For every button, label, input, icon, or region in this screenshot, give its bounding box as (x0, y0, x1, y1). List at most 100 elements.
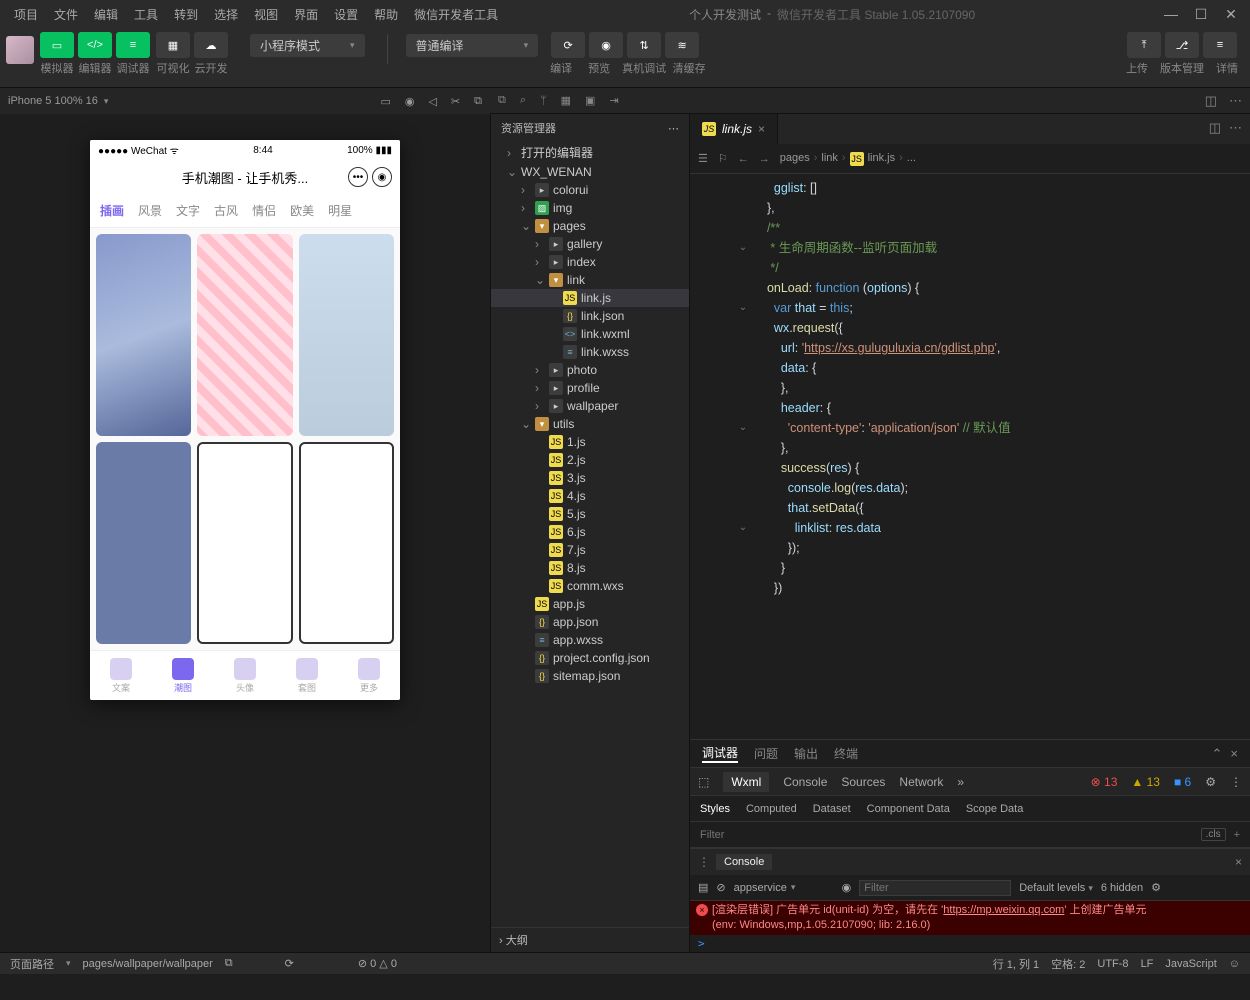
maximize-icon[interactable]: ☐ (1190, 6, 1212, 23)
menu-tools[interactable]: 工具 (128, 4, 164, 25)
tab-styles[interactable]: Styles (700, 803, 730, 815)
tree-item-1-js[interactable]: JS1.js (491, 433, 689, 451)
details-button[interactable]: ≡ (1203, 32, 1237, 58)
avatar[interactable] (6, 36, 34, 64)
tab-ancient[interactable]: 古风 (214, 202, 238, 219)
search-icon[interactable]: ⌕ (520, 94, 526, 107)
fold-gutter[interactable]: ⌄⌄⌄⌄ (734, 174, 752, 739)
tabbar-item-text[interactable]: 文案 (90, 651, 152, 700)
minimize-icon[interactable]: — (1160, 6, 1182, 23)
context-select[interactable]: appservice (734, 882, 787, 894)
menu-select[interactable]: 选择 (208, 4, 244, 25)
add-style-icon[interactable]: + (1234, 829, 1240, 841)
more-icon[interactable]: ⋯ (668, 122, 679, 135)
tab-illustration[interactable]: 插画 (100, 202, 124, 219)
tree-item-2-js[interactable]: JS2.js (491, 451, 689, 469)
tree-item-link-js[interactable]: JSlink.js (491, 289, 689, 307)
warning-badge[interactable]: ▲ 13 (1131, 775, 1160, 789)
tree-item-profile[interactable]: ›▸profile (491, 379, 689, 397)
wallpaper-thumb[interactable] (96, 234, 191, 436)
tree-item-sitemap-json[interactable]: {}sitemap.json (491, 667, 689, 685)
indent-icon[interactable]: ⇥ (609, 94, 618, 107)
tab-network[interactable]: Network (899, 775, 943, 789)
editor-tab-linkjs[interactable]: JS link.js × (690, 114, 778, 144)
feedback-icon[interactable]: ☺ (1229, 958, 1240, 970)
tree-item-link-wxss[interactable]: ≡link.wxss (491, 343, 689, 361)
outline-section[interactable]: › 大纲 (491, 927, 689, 952)
styles-filter-input[interactable] (700, 829, 1193, 841)
sidebar-icon[interactable]: ▤ (698, 881, 708, 894)
tab-dataset[interactable]: Dataset (813, 803, 851, 815)
cut-icon[interactable]: ✂ (451, 95, 460, 108)
tab-component-data[interactable]: Component Data (867, 803, 950, 815)
tree-item-photo[interactable]: ›▸photo (491, 361, 689, 379)
forward-icon[interactable]: → (759, 153, 770, 165)
clear-icon[interactable]: ⊘ (716, 881, 725, 894)
tree-item-app-js[interactable]: JSapp.js (491, 595, 689, 613)
file-tree[interactable]: ›打开的编辑器 ⌄WX_WENAN ›▸colorui›▨img⌄▾pages›… (491, 142, 689, 927)
close-icon[interactable]: × (1230, 746, 1238, 762)
record-icon[interactable]: ◉ (405, 95, 415, 108)
extensions-icon[interactable]: ▦ (561, 94, 571, 107)
tree-item-utils[interactable]: ⌄▾utils (491, 415, 689, 433)
mode-dropdown[interactable]: 小程序模式▾ (250, 34, 365, 57)
menu-view[interactable]: 视图 (248, 4, 284, 25)
kebab-icon[interactable]: ⋮ (1230, 775, 1242, 789)
page-path[interactable]: pages/wallpaper/wallpaper (83, 958, 213, 970)
close-icon[interactable]: ✕ (1220, 6, 1242, 23)
tabbar-item-more[interactable]: 更多 (338, 651, 400, 700)
split-editor-icon[interactable]: ◫ (1209, 120, 1221, 136)
tab-wxml[interactable]: Wxml (723, 772, 769, 792)
open-editors-section[interactable]: ›打开的编辑器 (491, 142, 689, 163)
menu-devtools[interactable]: 微信开发者工具 (408, 4, 504, 25)
tree-item-app-json[interactable]: {}app.json (491, 613, 689, 631)
wallpaper-thumb[interactable] (299, 442, 394, 644)
chevron-down-icon[interactable]: ▾ (66, 958, 71, 969)
simulator-toggle[interactable]: ▭ (40, 32, 74, 58)
preview-button[interactable]: ◉ (589, 32, 623, 58)
editor-more-icon[interactable]: ⋯ (1229, 120, 1242, 136)
tabbar-item-wallpaper[interactable]: 潮图 (152, 651, 214, 700)
tree-item-link[interactable]: ⌄▾link (491, 271, 689, 289)
code-editor[interactable]: ⌄⌄⌄⌄ gglist: [] }, /** * 生命周期函数--监听页面加载 … (690, 174, 1250, 739)
console-error-row[interactable]: × [渲染层错误] 广告单元 id(unit-id) 为空，请先在 'https… (690, 901, 1250, 935)
menu-goto[interactable]: 转到 (168, 4, 204, 25)
tree-item-project-config-json[interactable]: {}project.config.json (491, 649, 689, 667)
menu-settings[interactable]: 设置 (328, 4, 364, 25)
tree-item-3-js[interactable]: JS3.js (491, 469, 689, 487)
info-badge[interactable]: ■ 6 (1174, 775, 1191, 789)
tree-item-pages[interactable]: ⌄▾pages (491, 217, 689, 235)
levels-select[interactable]: Default levels ▾ (1019, 882, 1093, 894)
wallpaper-thumb[interactable] (299, 234, 394, 436)
tree-item-link-json[interactable]: {}link.json (491, 307, 689, 325)
back-icon[interactable]: ← (738, 153, 749, 165)
menu-help[interactable]: 帮助 (368, 4, 404, 25)
chevron-down-icon[interactable]: ▾ (104, 96, 109, 107)
tree-item-link-wxml[interactable]: <>link.wxml (491, 325, 689, 343)
tab-output[interactable]: 输出 (794, 745, 818, 762)
encoding-status[interactable]: UTF-8 (1097, 958, 1128, 970)
tree-item-colorui[interactable]: ›▸colorui (491, 181, 689, 199)
close-icon[interactable]: × (1235, 855, 1242, 869)
wallpaper-grid[interactable] (90, 228, 400, 650)
menu-ui[interactable]: 界面 (288, 4, 324, 25)
tab-sources[interactable]: Sources (841, 775, 885, 789)
device-icon[interactable]: ▭ (380, 95, 390, 108)
editor-toggle[interactable]: </> (78, 32, 112, 58)
console-tab[interactable]: Console (716, 854, 772, 870)
tab-couple[interactable]: 情侣 (252, 202, 276, 219)
tab-scope-data[interactable]: Scope Data (966, 803, 1023, 815)
tree-item-gallery[interactable]: ›▸gallery (491, 235, 689, 253)
close-tab-icon[interactable]: × (758, 122, 765, 136)
wallpaper-thumb[interactable] (197, 442, 292, 644)
box-icon[interactable]: ▣ (585, 94, 595, 107)
indent-status[interactable]: 空格: 2 (1051, 956, 1085, 972)
copy-icon[interactable]: ⧉ (498, 94, 506, 107)
console-link[interactable]: https://mp.weixin.qq.com (943, 904, 1064, 916)
menu-edit[interactable]: 编辑 (88, 4, 124, 25)
tab-text[interactable]: 文字 (176, 202, 200, 219)
tree-item-5-js[interactable]: JS5.js (491, 505, 689, 523)
tree-item-app-wxss[interactable]: ≡app.wxss (491, 631, 689, 649)
error-badge[interactable]: ⊗ 13 (1091, 775, 1118, 789)
compile-dropdown[interactable]: 普通编译▾ (406, 34, 539, 57)
